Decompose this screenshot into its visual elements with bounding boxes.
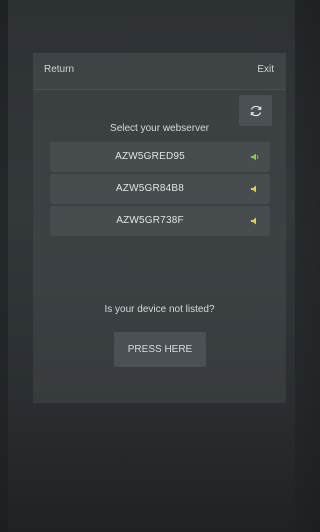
refresh-icon — [250, 105, 261, 116]
top-bar: Return Exit — [33, 53, 286, 90]
device-row[interactable]: AZW5GRED95 — [50, 142, 270, 172]
device-name: AZW5GR84B8 — [115, 183, 185, 194]
signal-strength-icon — [251, 185, 256, 193]
exit-button[interactable]: Exit — [257, 64, 274, 75]
device-not-listed-text: Is your device not listed? — [104, 304, 215, 315]
device-row[interactable]: AZW5GR738F — [50, 206, 270, 236]
page-title: Select your webserver — [110, 123, 209, 134]
refresh-button[interactable] — [239, 95, 272, 126]
device-row[interactable]: AZW5GR84B8 — [50, 174, 270, 204]
press-here-button[interactable]: PRESS HERE — [114, 332, 206, 367]
return-button[interactable]: Return — [44, 64, 74, 75]
device-name: AZW5GR738F — [116, 215, 184, 226]
signal-strength-icon — [251, 217, 256, 225]
signal-strength-icon — [251, 153, 259, 161]
device-name: AZW5GRED95 — [115, 151, 185, 162]
webserver-panel: Return Exit Select your webserver AZW5GR… — [33, 53, 286, 406]
